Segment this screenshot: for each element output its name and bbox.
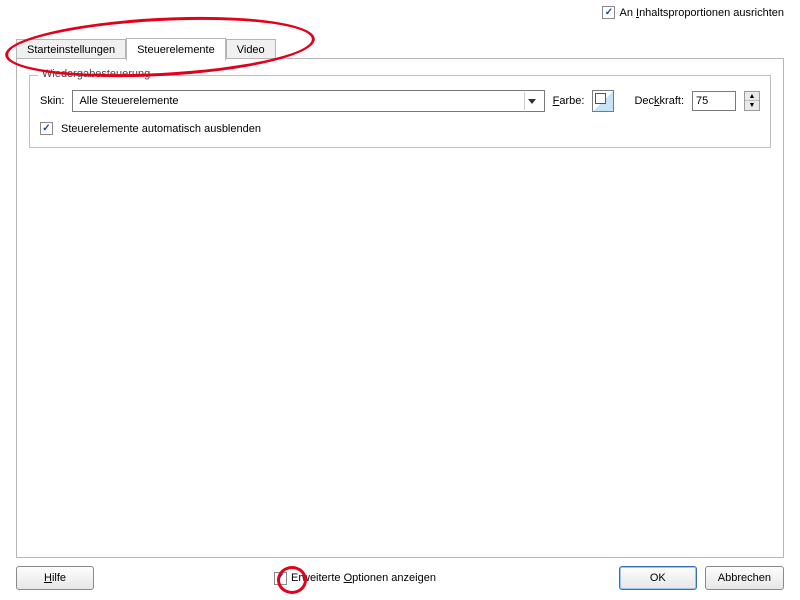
spinner-up-icon[interactable]: ▲ (745, 92, 759, 101)
auto-hide-checkbox[interactable]: ✓ (40, 122, 53, 135)
align-proportions-checkbox[interactable]: ✓ (602, 6, 615, 19)
cancel-button[interactable]: Abbrechen (705, 566, 784, 590)
advanced-options-label: Erweiterte Optionen anzeigen (291, 572, 436, 584)
playback-control-fieldset: Wiedergabesteuerung Skin: Alle Steuerele… (29, 75, 771, 148)
spinner-down-icon[interactable]: ▼ (745, 101, 759, 110)
tab-panel: Wiedergabesteuerung Skin: Alle Steuerele… (16, 58, 784, 558)
ok-button[interactable]: OK (619, 566, 697, 590)
skin-select-value: Alle Steuerelemente (79, 95, 178, 107)
help-button[interactable]: Hilfe (16, 566, 94, 590)
skin-select[interactable]: Alle Steuerelemente (72, 90, 544, 112)
chevron-down-icon (524, 92, 540, 110)
auto-hide-label: Steuerelemente automatisch ausblenden (61, 123, 261, 135)
tab-steuerelemente[interactable]: Steuerelemente (126, 38, 226, 61)
align-proportions-label: An Inhaltsproportionen ausrichten (619, 7, 784, 19)
advanced-options-checkbox[interactable]: ✓ (274, 572, 287, 585)
fieldset-legend: Wiedergabesteuerung (38, 68, 154, 80)
opacity-input[interactable] (692, 91, 736, 111)
color-label: Farbe: (553, 95, 585, 107)
opacity-spinner[interactable]: ▲ ▼ (744, 91, 760, 111)
skin-label: Skin: (40, 95, 64, 107)
color-swatch[interactable] (592, 90, 614, 112)
opacity-label: Deckkraft: (634, 95, 684, 107)
dialog-button-bar: Hilfe ✓ Erweiterte Optionen anzeigen OK … (0, 566, 800, 590)
